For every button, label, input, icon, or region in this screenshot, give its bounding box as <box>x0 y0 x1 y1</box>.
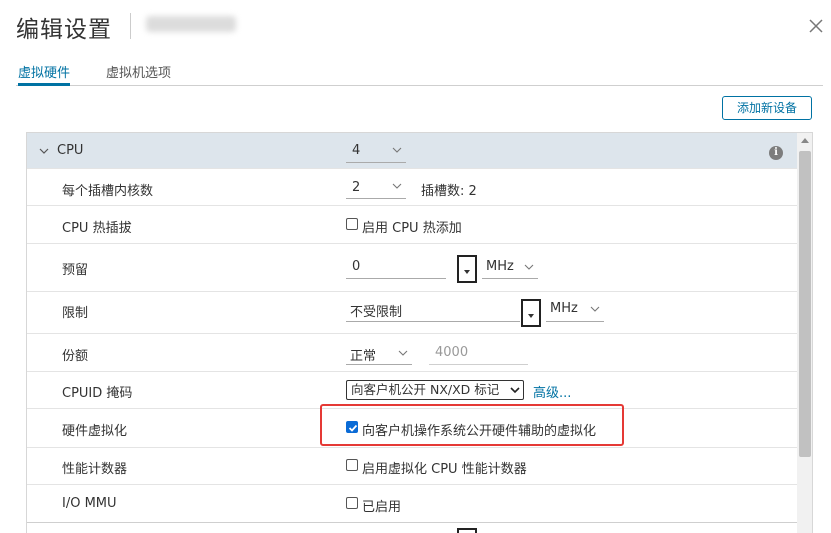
iommu-row: I/O MMU 已启用 <box>27 485 797 523</box>
cpu-label: CPU <box>57 143 84 158</box>
cpu-hot-add-checkbox-label[interactable]: 启用 CPU 热添加 <box>362 217 462 236</box>
scrollbar-thumb[interactable] <box>799 151 811 457</box>
shares-value-input: 4000 <box>429 342 528 365</box>
perf-counters-checkbox-label[interactable]: 启用虚拟化 CPU 性能计数器 <box>362 458 527 477</box>
reservation-label: 预留 <box>62 263 89 278</box>
close-icon <box>809 19 823 33</box>
chevron-down-icon <box>590 306 600 312</box>
chevron-down-icon <box>392 147 402 153</box>
limit-dropdown-button[interactable] <box>521 299 541 327</box>
perf-counters-label: 性能计数器 <box>62 462 128 477</box>
next-row-dropdown-button[interactable] <box>457 528 477 533</box>
cpu-count-select[interactable]: 4 <box>346 141 406 163</box>
vertical-scrollbar[interactable] <box>797 133 812 533</box>
reservation-unit-select[interactable]: MHz <box>482 256 538 279</box>
chevron-down-icon <box>392 183 402 189</box>
dialog-title: 编辑设置 <box>16 17 112 43</box>
scroll-up-arrow-icon[interactable] <box>801 138 809 143</box>
cores-per-socket-row: 每个插槽内核数 2 插槽数: 2 <box>27 169 797 206</box>
shares-value: 4000 <box>435 345 469 360</box>
shares-row: 份额 正常 4000 <box>27 334 797 372</box>
tab-bar: 虚拟硬件 虚拟机选项 <box>16 56 823 86</box>
add-new-device-button[interactable]: 添加新设备 <box>722 96 812 120</box>
limit-label: 限制 <box>62 306 89 321</box>
shares-level-select[interactable]: 正常 <box>346 342 412 365</box>
shares-level-value: 正常 <box>350 349 377 364</box>
close-button[interactable] <box>806 16 826 36</box>
reservation-row: 预留 0 MHz <box>27 244 797 292</box>
perf-counters-checkbox[interactable] <box>346 459 358 471</box>
annotation-highlight-box <box>320 404 624 446</box>
limit-row: 限制 不受限制 MHz <box>27 292 797 334</box>
reservation-dropdown-button[interactable] <box>457 255 477 283</box>
tab-virtual-hardware[interactable]: 虚拟硬件 <box>18 62 71 86</box>
info-icon[interactable]: i <box>769 146 783 160</box>
perf-counters-row: 性能计数器 启用虚拟化 CPU 性能计数器 <box>27 448 797 485</box>
iommu-label: I/O MMU <box>62 496 117 511</box>
limit-value: 不受限制 <box>350 305 403 320</box>
cpuid-mask-selected: 向客户机公开 NX/XD 标记 <box>351 382 500 397</box>
cpu-count-value: 4 <box>352 143 361 158</box>
reservation-input[interactable]: 0 <box>346 256 446 279</box>
iommu-checkbox-label[interactable]: 已启用 <box>362 496 401 515</box>
limit-unit-select[interactable]: MHz <box>546 298 604 322</box>
cores-per-socket-label: 每个插槽内核数 <box>62 184 154 199</box>
chevron-down-icon[interactable] <box>39 146 49 156</box>
limit-unit-value: MHz <box>550 301 578 316</box>
iommu-checkbox[interactable] <box>346 497 358 509</box>
chevron-down-icon <box>524 264 534 270</box>
cpu-hot-plug-row: CPU 热插拔 启用 CPU 热添加 <box>27 206 797 244</box>
cpuid-mask-select[interactable]: 向客户机公开 NX/XD 标记 <box>346 380 524 400</box>
reservation-unit-value: MHz <box>486 259 514 274</box>
chevron-down-icon <box>398 350 408 356</box>
hw-virtualization-label: 硬件虚拟化 <box>62 424 128 439</box>
cpu-row-header[interactable]: CPU 4 i <box>27 133 797 169</box>
cpuid-advanced-link[interactable]: 高级... <box>533 382 571 401</box>
chevron-down-icon <box>510 387 520 394</box>
title-separator <box>130 13 131 39</box>
cores-per-socket-value: 2 <box>352 180 361 195</box>
tab-vm-options[interactable]: 虚拟机选项 <box>106 62 171 86</box>
hardware-panel: CPU 4 i 每个插槽内核数 2 插槽数: 2 CPU 热插拔 启用 CPU … <box>26 132 813 533</box>
cpu-hot-add-checkbox[interactable] <box>346 218 358 230</box>
cores-per-socket-select[interactable]: 2 <box>346 177 406 199</box>
shares-label: 份额 <box>62 349 89 364</box>
reservation-value: 0 <box>352 259 361 274</box>
vm-name-redacted <box>146 16 236 32</box>
cpuid-mask-label: CPUID 掩码 <box>62 386 133 401</box>
limit-input[interactable]: 不受限制 <box>346 298 520 322</box>
sockets-count: 插槽数: 2 <box>421 184 477 199</box>
cpu-hot-plug-label: CPU 热插拔 <box>62 221 132 236</box>
